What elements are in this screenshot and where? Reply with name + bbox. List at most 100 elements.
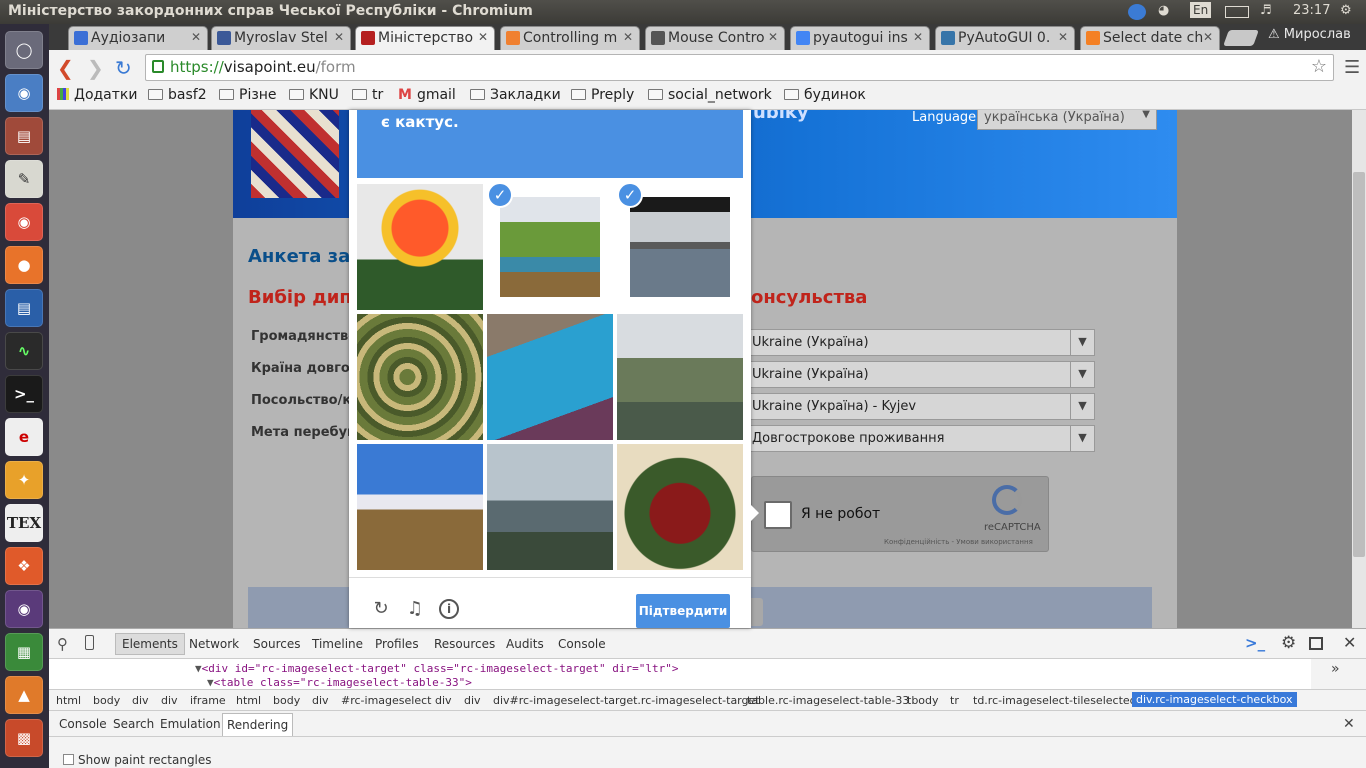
terminal-icon[interactable]: >_ bbox=[5, 375, 43, 413]
captcha-tile-9[interactable] bbox=[617, 444, 743, 570]
back-button[interactable]: ❮ bbox=[57, 56, 74, 80]
tab-close-icon[interactable]: ✕ bbox=[478, 30, 488, 44]
tab-close-icon[interactable]: ✕ bbox=[768, 30, 778, 44]
tab-6[interactable]: pyautogui ins ✕ bbox=[790, 26, 930, 50]
url-text[interactable]: https://visapoint.eu/form bbox=[170, 58, 356, 76]
verify-button[interactable]: Підтвердити bbox=[636, 594, 730, 628]
bookmark-star-icon[interactable]: ☆ bbox=[1311, 56, 1327, 77]
wifi-icon[interactable]: ◕ bbox=[1158, 3, 1169, 18]
dom-node-div[interactable]: ▼<div id="rc-imageselect-target" class="… bbox=[195, 662, 678, 675]
drawer-tab-emulation[interactable]: Emulation bbox=[160, 717, 221, 731]
system-monitor-icon[interactable]: ∿ bbox=[5, 332, 43, 370]
menu-icon[interactable]: ☰ bbox=[1344, 57, 1360, 78]
calc-icon[interactable]: ▦ bbox=[5, 633, 43, 671]
breadcrumb-item[interactable]: div bbox=[435, 694, 452, 707]
dock-side-icon[interactable] bbox=[1309, 637, 1323, 650]
tab-console[interactable]: Console bbox=[558, 637, 606, 651]
reload-button[interactable]: ↻ bbox=[115, 56, 132, 80]
breadcrumb-item[interactable]: td.rc-imageselect-tileselected bbox=[973, 694, 1137, 707]
breadcrumb-item[interactable]: body bbox=[93, 694, 120, 707]
settings-gear-icon[interactable]: ⚙ bbox=[1340, 3, 1352, 18]
tab-8[interactable]: Select date ch ✕ bbox=[1080, 26, 1220, 50]
breadcrumb-item[interactable]: html bbox=[236, 694, 261, 707]
tab-network[interactable]: Network bbox=[189, 637, 239, 651]
tab-close-icon[interactable]: ✕ bbox=[913, 30, 923, 44]
breadcrumb-item[interactable]: div bbox=[312, 694, 329, 707]
tab-elements[interactable]: Elements bbox=[115, 633, 185, 655]
captcha-tile-7[interactable] bbox=[357, 444, 483, 570]
drawer-tab-rendering[interactable]: Rendering bbox=[222, 713, 294, 736]
bookmark-folder[interactable]: Закладки bbox=[470, 87, 561, 103]
tab-5[interactable]: Mouse Contro ✕ bbox=[645, 26, 785, 50]
tab-audits[interactable]: Audits bbox=[506, 637, 544, 651]
tab-3-active[interactable]: Міністерство ✕ bbox=[355, 26, 495, 50]
captcha-tile-8[interactable] bbox=[487, 444, 613, 570]
keyboard-layout-indicator[interactable]: En bbox=[1190, 2, 1212, 18]
page-scrollbar-thumb[interactable] bbox=[1353, 172, 1365, 557]
new-tab-button[interactable] bbox=[1223, 30, 1259, 46]
breadcrumb-item[interactable]: iframe bbox=[190, 694, 226, 707]
paint-rectangles-option[interactable]: Show paint rectangles bbox=[63, 753, 212, 767]
breadcrumb-item[interactable]: div bbox=[132, 694, 149, 707]
bookmark-gmail[interactable]: Mgmail bbox=[398, 87, 456, 103]
chromium-launcher-icon[interactable]: ◉ bbox=[5, 74, 43, 112]
dom-node-table[interactable]: ▼<table class="rc-imageselect-table-33"> bbox=[207, 676, 472, 689]
tab-profiles[interactable]: Profiles bbox=[375, 637, 419, 651]
breadcrumb-item[interactable]: #rc-imageselect bbox=[341, 694, 431, 707]
breadcrumb-item[interactable]: body bbox=[273, 694, 300, 707]
purpose-select[interactable]: Довгострокове проживання ▼ bbox=[743, 425, 1095, 452]
captcha-tile-6[interactable] bbox=[617, 314, 743, 440]
bookmark-apps[interactable]: Додатки bbox=[57, 87, 137, 103]
drawer-close-icon[interactable]: ✕ bbox=[1343, 716, 1355, 732]
tab-close-icon[interactable]: ✕ bbox=[191, 30, 201, 44]
device-mode-icon[interactable] bbox=[85, 635, 94, 650]
volume-icon[interactable]: ♬ bbox=[1260, 3, 1272, 18]
mathematica-icon[interactable]: ✦ bbox=[5, 461, 43, 499]
tab-close-icon[interactable]: ✕ bbox=[623, 30, 633, 44]
settings-gear-icon[interactable]: ⚙ bbox=[1281, 633, 1296, 653]
captcha-tile-1[interactable] bbox=[357, 184, 483, 310]
info-icon[interactable]: i bbox=[439, 599, 459, 619]
chrome-icon[interactable]: ◉ bbox=[5, 203, 43, 241]
dash-icon[interactable]: ◯ bbox=[5, 31, 43, 69]
bookmark-folder[interactable]: basf2 bbox=[148, 87, 207, 103]
tab-timeline[interactable]: Timeline bbox=[312, 637, 363, 651]
writer-icon[interactable]: ▤ bbox=[5, 289, 43, 327]
breadcrumb-item[interactable]: tbody bbox=[907, 694, 939, 707]
bookmark-folder[interactable]: будинок bbox=[784, 87, 866, 103]
tab-1[interactable]: Аудіозапи ✕ bbox=[68, 26, 208, 50]
bookmark-folder[interactable]: tr bbox=[352, 87, 383, 103]
tab-4[interactable]: Controlling m ✕ bbox=[500, 26, 640, 50]
double-chevron-icon[interactable]: » bbox=[1331, 661, 1340, 677]
bookmark-folder[interactable]: Preply bbox=[571, 87, 634, 103]
clock[interactable]: 23:17 bbox=[1293, 3, 1330, 18]
captcha-tile-5[interactable] bbox=[487, 314, 613, 440]
tab-close-icon[interactable]: ✕ bbox=[1203, 30, 1213, 44]
reload-icon[interactable]: ↻ bbox=[371, 599, 391, 619]
headphones-icon[interactable]: ♫ bbox=[405, 599, 425, 619]
tex-icon[interactable]: TEX bbox=[5, 504, 43, 542]
profile-button[interactable]: ⚠ Мирослав bbox=[1268, 27, 1351, 42]
captcha-tile-4[interactable] bbox=[357, 314, 483, 440]
app-icon[interactable]: ▩ bbox=[5, 719, 43, 757]
breadcrumb-item[interactable]: div bbox=[161, 694, 178, 707]
battery-icon[interactable] bbox=[1225, 6, 1249, 18]
breadcrumb-item[interactable]: html bbox=[56, 694, 81, 707]
console-drawer-icon[interactable]: >_ bbox=[1245, 634, 1265, 652]
recaptcha-privacy-links[interactable]: Конфіденційність - Умови використання bbox=[884, 538, 1033, 546]
recaptcha-checkbox[interactable] bbox=[764, 501, 792, 529]
inspect-search-icon[interactable]: ⚲ bbox=[57, 635, 68, 653]
country-select[interactable]: Ukraine (Україна) ▼ bbox=[743, 361, 1095, 388]
breadcrumb-item[interactable]: div bbox=[464, 694, 481, 707]
tab-7[interactable]: PyAutoGUI 0. ✕ bbox=[935, 26, 1075, 50]
address-bar[interactable]: https://visapoint.eu/form ☆ bbox=[145, 54, 1334, 81]
tab-resources[interactable]: Resources bbox=[434, 637, 495, 651]
embassy-select[interactable]: Ukraine (Україна) - Kyjev ▼ bbox=[743, 393, 1095, 420]
drawer-tab-console[interactable]: Console bbox=[59, 717, 107, 731]
paint-rectangles-checkbox[interactable] bbox=[63, 754, 74, 765]
close-icon[interactable]: ✕ bbox=[1343, 633, 1356, 652]
citizenship-select[interactable]: Ukraine (Україна) ▼ bbox=[743, 329, 1095, 356]
forward-button[interactable]: ❯ bbox=[87, 56, 104, 80]
tab-sources[interactable]: Sources bbox=[253, 637, 300, 651]
drawer-tab-search[interactable]: Search bbox=[113, 717, 154, 731]
